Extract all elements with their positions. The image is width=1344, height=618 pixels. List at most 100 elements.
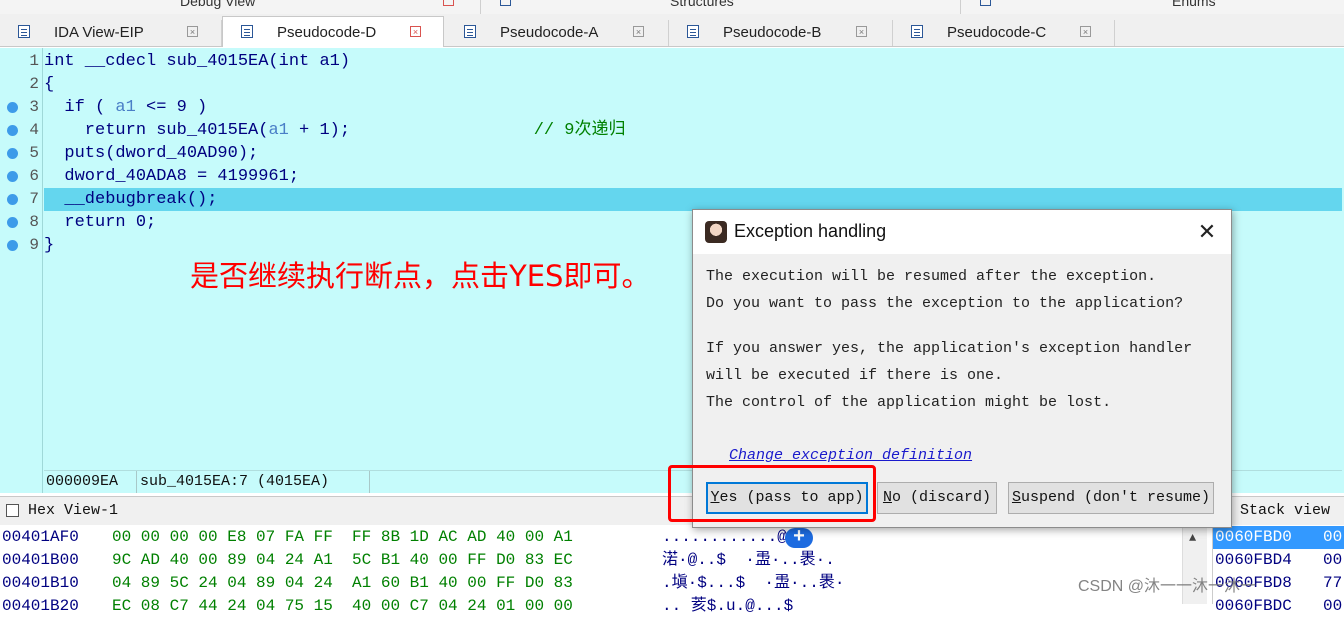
stack-row[interactable]: 0060FBD0 00 — [1213, 526, 1344, 549]
dialog-titlebar[interactable]: Exception handling ✕ — [693, 210, 1231, 254]
hex-row[interactable]: 00401AF0 00 00 00 00 E8 07 FA FF FF 8B 1D… — [0, 526, 1180, 549]
close-icon[interactable]: × — [633, 26, 644, 37]
status-separator — [136, 471, 137, 493]
hex-view-title: Hex View-1 — [28, 502, 119, 519]
tab-label: Pseudocode-B — [723, 24, 822, 41]
line-number: 2 — [29, 75, 39, 93]
debug-view-title: Debug View — [180, 0, 256, 9]
code-line[interactable]: int __cdecl sub_4015EA(int a1) — [44, 50, 1342, 73]
tab-pseudocode-b[interactable]: Pseudocode-B × — [669, 20, 893, 46]
code-line[interactable]: __debugbreak(); — [44, 188, 1342, 211]
red-highlight-box — [668, 465, 876, 522]
stack-address: 0060FBD0 — [1215, 528, 1292, 546]
stack-value: 00 — [1323, 528, 1343, 546]
breakpoint-dot-icon[interactable] — [7, 194, 18, 205]
dialog-title: Exception handling — [734, 221, 887, 241]
line-number: 6 — [29, 167, 39, 185]
tab-label: IDA View-EIP — [54, 24, 144, 41]
code-text: dword_40ADA8 = 4199961; — [44, 167, 300, 186]
hex-bytes: 04 89 5C 24 04 89 04 24 A1 60 B1 40 00 F… — [112, 574, 573, 592]
gutter-line[interactable]: 8 — [0, 211, 42, 234]
stack-value: 00 — [1323, 597, 1343, 615]
code-variable: a1 — [115, 98, 136, 117]
gutter-line[interactable]: 5 — [0, 142, 42, 165]
close-icon[interactable] — [443, 0, 454, 6]
pseudocode-icon — [687, 25, 699, 38]
code-line[interactable]: if ( a1 <= 9 ) — [44, 96, 1342, 119]
no-discard-button[interactable]: No (discard) — [877, 482, 997, 514]
code-text: puts(dword_40AD90); — [44, 144, 259, 163]
breakpoint-dot-icon[interactable] — [7, 171, 18, 182]
dialog-message-line: If you answer yes, the application's exc… — [706, 340, 1193, 357]
hex-row[interactable]: 00401B00 9C AD 40 00 89 04 24 A1 5C B1 40… — [0, 549, 1180, 572]
pseudocode-icon — [464, 25, 476, 38]
enums-icon — [980, 0, 991, 6]
code-text: } — [44, 236, 55, 255]
hex-ascii: .. 荄$.u.@...$ — [662, 597, 794, 615]
suspend-button[interactable]: Suspend (don't resume) — [1008, 482, 1214, 514]
code-text: int __cdecl sub_4015EA(int a1) — [44, 52, 351, 71]
gutter-line[interactable]: 4 — [0, 119, 42, 142]
hex-view[interactable]: 00401AF0 00 00 00 00 E8 07 FA FF FF 8B 1D… — [0, 525, 1208, 615]
code-comment: // 9次递归 — [533, 121, 626, 140]
code-text: __debugbreak(); — [44, 190, 218, 209]
stack-row[interactable]: 0060FBD4 00 — [1213, 549, 1344, 572]
tab-ida-view-eip[interactable]: IDA View-EIP × — [0, 20, 222, 46]
gutter-line[interactable]: 9 — [0, 234, 42, 257]
hex-addr: 00401AF0 — [2, 528, 79, 546]
line-number-gutter[interactable]: 1 2 3 4 5 6 7 8 9 — [0, 48, 43, 493]
scroll-up-icon[interactable]: ▲ — [1189, 531, 1196, 545]
code-line[interactable]: return sub_4015EA(a1 + 1); // 9次递归 — [44, 119, 1342, 142]
gutter-line[interactable]: 6 — [0, 165, 42, 188]
stack-value: 00 — [1323, 551, 1343, 569]
hex-addr: 00401B10 — [2, 574, 79, 592]
breakpoint-dot-icon[interactable] — [7, 102, 18, 113]
breakpoint-dot-icon[interactable] — [7, 125, 18, 136]
debug-view-caption[interactable]: Debug View — [0, 0, 481, 14]
close-icon[interactable]: × — [187, 26, 198, 37]
tab-pseudocode-d[interactable]: Pseudocode-D × — [222, 16, 444, 47]
hex-row[interactable]: 00401B20 EC 08 C7 44 24 04 75 15 40 00 C7… — [0, 595, 1180, 618]
gutter-line[interactable]: 3 — [0, 96, 42, 119]
gutter-line[interactable]: 1 — [0, 50, 42, 73]
tab-bar: IDA View-EIP × Pseudocode-D × Pseudocode… — [0, 14, 1344, 47]
enums-caption[interactable]: Enums — [960, 0, 1344, 14]
status-location: sub_4015EA:7 (4015EA) — [140, 473, 330, 490]
breakpoint-dot-icon[interactable] — [7, 240, 18, 251]
tab-label: Pseudocode-C — [947, 24, 1047, 41]
hex-bytes: 9C AD 40 00 89 04 24 A1 5C B1 40 00 FF D… — [112, 551, 573, 569]
tab-pseudocode-c[interactable]: Pseudocode-C × — [893, 20, 1115, 46]
close-icon[interactable]: × — [1080, 26, 1091, 37]
close-icon[interactable]: × — [410, 26, 421, 37]
code-line[interactable]: puts(dword_40AD90); — [44, 142, 1342, 165]
watermark: CSDN @沐一一沐一沐一 — [1078, 578, 1257, 595]
breakpoint-dot-icon[interactable] — [7, 217, 18, 228]
dialog-message-line: will be executed if there is one. — [706, 367, 1004, 384]
hex-addr: 00401B00 — [2, 551, 79, 569]
status-separator — [369, 471, 370, 493]
gutter-line[interactable]: 2 — [0, 73, 42, 96]
window-title-strip: Debug View Structures Enums — [0, 0, 1344, 14]
hex-row[interactable]: 00401B10 04 89 5C 24 04 89 04 24 A1 60 B1… — [0, 572, 1180, 595]
hex-bytes: EC 08 C7 44 24 04 75 15 40 00 C7 04 24 0… — [112, 597, 573, 615]
no-button-label: o (discard) — [891, 489, 992, 506]
tab-pseudocode-a[interactable]: Pseudocode-A × — [446, 20, 669, 46]
no-hotkey: N — [882, 489, 892, 506]
close-icon[interactable]: × — [856, 26, 867, 37]
close-icon[interactable]: ✕ — [1193, 218, 1221, 246]
structures-icon — [500, 0, 511, 6]
breakpoint-dot-icon[interactable] — [7, 148, 18, 159]
hex-view-icon — [6, 504, 19, 517]
code-variable: a1 — [268, 121, 289, 140]
pseudocode-icon — [241, 25, 253, 38]
code-line[interactable]: { — [44, 73, 1342, 96]
gutter-line[interactable]: 7 — [0, 188, 42, 211]
stack-row[interactable]: 0060FBDC 00 — [1213, 595, 1344, 618]
stack-value: 77 — [1323, 574, 1343, 592]
code-line[interactable]: dword_40ADA8 = 4199961; — [44, 165, 1342, 188]
structures-caption[interactable]: Structures — [480, 0, 961, 14]
line-number: 9 — [29, 236, 39, 254]
code-text: { — [44, 75, 55, 94]
enums-title: Enums — [1172, 0, 1216, 9]
change-exception-definition-link[interactable]: Change exception definition — [729, 447, 972, 464]
